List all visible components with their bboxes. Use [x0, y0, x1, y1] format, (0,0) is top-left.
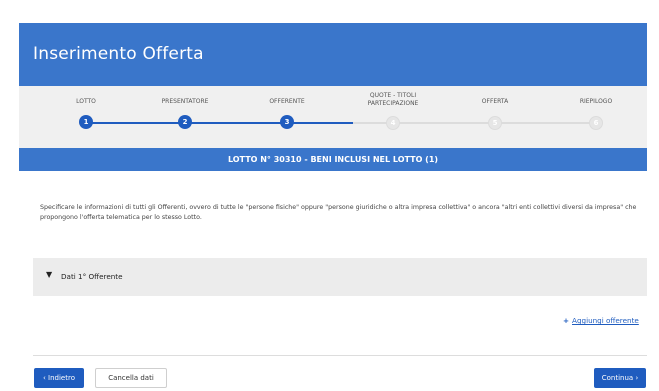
page-title: Inserimento Offerta — [33, 44, 204, 64]
progress-stepper: LOTTO 1 PRESENTATORE 2 OFFERENTE 3 QUOTE… — [19, 86, 647, 148]
plus-icon: + — [563, 316, 570, 325]
step-label-quote-titoli: QUOTE - TITOLI PARTECIPAZIONE — [367, 92, 419, 107]
step-label-presentatore: PRESENTATORE — [161, 98, 209, 105]
step-4-indicator: 4 — [386, 116, 400, 130]
step-6-indicator: 6 — [589, 116, 603, 130]
step-label-offerta: OFFERTA — [481, 98, 509, 105]
step-5-indicator: 5 — [488, 116, 502, 130]
step-label-riepilogo: RIEPILOGO — [579, 98, 613, 105]
accordion-title: Dati 1° Offerente — [61, 272, 123, 281]
continue-button[interactable]: Continua › — [594, 368, 646, 388]
lot-info-bar: LOTTO N° 30310 - BENI INCLUSI NEL LOTTO … — [19, 148, 647, 171]
divider — [33, 355, 647, 356]
step-label-lotto: LOTTO — [76, 98, 96, 105]
step-2-indicator[interactable]: 2 — [178, 115, 192, 129]
instructions-text: Specificare le informazioni di tutti gli… — [40, 204, 637, 221]
clear-button-label: Cancella dati — [108, 374, 154, 382]
step-1-indicator[interactable]: 1 — [79, 115, 93, 129]
chevron-down-icon: ▼ — [46, 270, 53, 279]
page-header: Inserimento Offerta — [19, 23, 647, 86]
back-button-label: Indietro — [48, 374, 75, 382]
add-offerer-label: Aggiungi offerente — [572, 316, 639, 325]
chevron-right-icon: › — [633, 374, 639, 382]
step-connector — [86, 122, 353, 124]
back-button[interactable]: ‹ Indietro — [34, 368, 84, 388]
step-3-indicator[interactable]: 3 — [280, 115, 294, 129]
step-label-offerente: OFFERENTE — [269, 98, 305, 105]
continue-button-label: Continua — [601, 374, 634, 382]
add-offerer-link[interactable]: + Aggiungi offerente — [563, 316, 639, 325]
offerer-1-accordion[interactable]: ▼ Dati 1° Offerente — [33, 258, 647, 296]
clear-data-button[interactable]: Cancella dati — [95, 368, 167, 388]
